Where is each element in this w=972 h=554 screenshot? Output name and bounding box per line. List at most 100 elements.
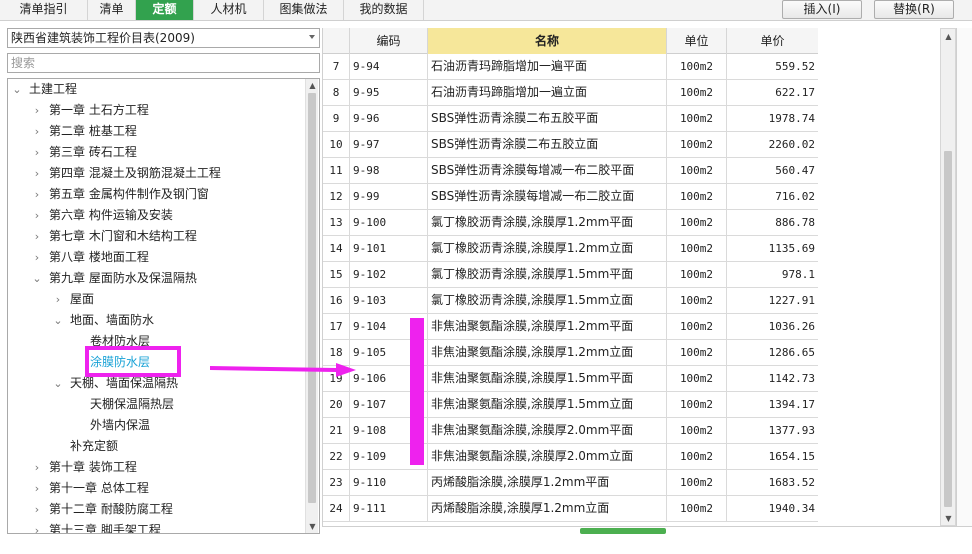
cell-price[interactable]: 1940.34 [727, 496, 818, 521]
cell-code[interactable]: 9-98 [350, 158, 428, 183]
cell-code[interactable]: 9-102 [350, 262, 428, 287]
cell-name[interactable]: SBS弹性沥青涂膜每增减一布二胶平面 [428, 158, 667, 183]
tab-bill[interactable]: 清单 [88, 0, 136, 20]
cell-unit[interactable]: 100m2 [667, 132, 727, 157]
tab-atlas-methods[interactable]: 图集做法 [264, 0, 344, 20]
cell-unit[interactable]: 100m2 [667, 80, 727, 105]
tree-item[interactable]: › 第四章 混凝土及钢筋混凝土工程 [31, 163, 221, 184]
panel-expander-handle[interactable] [580, 528, 666, 534]
table-row[interactable]: 12 9-99 SBS弹性沥青涂膜每增减一布二胶立面 100m2 716.02 [323, 184, 818, 210]
cell-code[interactable]: 9-95 [350, 80, 428, 105]
cell-price[interactable]: 1654.15 [727, 444, 818, 469]
tree-item[interactable]: 涂膜防水层 [72, 352, 150, 373]
cell-unit[interactable]: 100m2 [667, 106, 727, 131]
tab-bill-guide[interactable]: 清单指引 [0, 0, 88, 20]
table-row[interactable]: 24 9-111 丙烯酸脂涂膜,涂膜厚1.2mm立面 100m2 1940.34 [323, 496, 818, 522]
cell-num[interactable]: 17 [323, 314, 350, 339]
cell-num[interactable]: 23 [323, 470, 350, 495]
cell-price[interactable]: 886.78 [727, 210, 818, 235]
cell-code[interactable]: 9-110 [350, 470, 428, 495]
replace-button[interactable]: 替换(R) [874, 0, 954, 19]
tab-my-data[interactable]: 我的数据 [344, 0, 424, 20]
cell-code[interactable]: 9-104 [350, 314, 428, 339]
tree-item[interactable]: › 第十章 装饰工程 [31, 457, 137, 478]
cell-unit[interactable]: 100m2 [667, 184, 727, 209]
cell-num[interactable]: 8 [323, 80, 350, 105]
cell-code[interactable]: 9-99 [350, 184, 428, 209]
cell-unit[interactable]: 100m2 [667, 314, 727, 339]
cell-code[interactable]: 9-103 [350, 288, 428, 313]
cell-code[interactable]: 9-111 [350, 496, 428, 521]
chevron-right-icon[interactable]: › [52, 289, 64, 310]
chevron-right-icon[interactable]: › [31, 121, 43, 142]
cell-price[interactable]: 622.17 [727, 80, 818, 105]
table-row[interactable]: 17 9-104 非焦油聚氨酯涂膜,涂膜厚1.2mm平面 100m2 1036.26 [323, 314, 818, 340]
tree-item[interactable]: 天棚保温隔热层 [72, 394, 174, 415]
cell-price[interactable]: 2260.02 [727, 132, 818, 157]
cell-price[interactable]: 560.47 [727, 158, 818, 183]
cell-unit[interactable]: 100m2 [667, 418, 727, 443]
table-row[interactable]: 22 9-109 非焦油聚氨酯涂膜,涂膜厚2.0mm立面 100m2 1654.15 [323, 444, 818, 470]
cell-price[interactable]: 1135.69 [727, 236, 818, 261]
cell-num[interactable]: 24 [323, 496, 350, 521]
cell-num[interactable]: 18 [323, 340, 350, 365]
cell-name[interactable]: 非焦油聚氨酯涂膜,涂膜厚1.5mm立面 [428, 392, 667, 417]
tab-materials[interactable]: 人材机 [194, 0, 264, 20]
cell-num[interactable]: 19 [323, 366, 350, 391]
tree-item[interactable]: › 屋面 [52, 289, 94, 310]
tree-scrollbar[interactable]: ▲ ▼ [305, 79, 318, 533]
cell-num[interactable]: 14 [323, 236, 350, 261]
table-row[interactable]: 14 9-101 氯丁橡胶沥青涂膜,涂膜厚1.2mm立面 100m2 1135.69 [323, 236, 818, 262]
scroll-up-icon[interactable]: ▲ [942, 30, 955, 43]
table-row[interactable]: 16 9-103 氯丁橡胶沥青涂膜,涂膜厚1.5mm立面 100m2 1227.91 [323, 288, 818, 314]
cell-price[interactable]: 978.1 [727, 262, 818, 287]
cell-num[interactable]: 13 [323, 210, 350, 235]
chevron-right-icon[interactable]: › [31, 142, 43, 163]
col-header-code[interactable]: 编码 [350, 28, 428, 54]
cell-name[interactable]: 石油沥青玛蹄脂增加一遍立面 [428, 80, 667, 105]
cell-unit[interactable]: 100m2 [667, 340, 727, 365]
scroll-down-icon[interactable]: ▼ [942, 512, 955, 525]
tree-item[interactable]: › 第六章 构件运输及安装 [31, 205, 173, 226]
cell-unit[interactable]: 100m2 [667, 444, 727, 469]
cell-name[interactable]: 氯丁橡胶沥青涂膜,涂膜厚1.5mm平面 [428, 262, 667, 287]
cell-unit[interactable]: 100m2 [667, 158, 727, 183]
tree-item[interactable]: › 第十二章 耐酸防腐工程 [31, 499, 173, 520]
cell-name[interactable]: 氯丁橡胶沥青涂膜,涂膜厚1.2mm立面 [428, 236, 667, 261]
chevron-right-icon[interactable]: › [31, 478, 43, 499]
cell-name[interactable]: 非焦油聚氨酯涂膜,涂膜厚2.0mm立面 [428, 444, 667, 469]
cell-unit[interactable]: 100m2 [667, 262, 727, 287]
chevron-right-icon[interactable]: › [31, 226, 43, 247]
cell-name[interactable]: 非焦油聚氨酯涂膜,涂膜厚1.2mm立面 [428, 340, 667, 365]
cell-num[interactable]: 16 [323, 288, 350, 313]
cell-unit[interactable]: 100m2 [667, 366, 727, 391]
cell-num[interactable]: 11 [323, 158, 350, 183]
cell-unit[interactable]: 100m2 [667, 496, 727, 521]
cell-price[interactable]: 1394.17 [727, 392, 818, 417]
tree-item[interactable]: › 第八章 楼地面工程 [31, 247, 149, 268]
cell-code[interactable]: 9-105 [350, 340, 428, 365]
tree-item[interactable]: 外墙内保温 [72, 415, 150, 436]
cell-unit[interactable]: 100m2 [667, 470, 727, 495]
cell-unit[interactable]: 100m2 [667, 210, 727, 235]
table-row[interactable]: 7 9-94 石油沥青玛蹄脂增加一遍平面 100m2 559.52 [323, 54, 818, 80]
cell-price[interactable]: 1683.52 [727, 470, 818, 495]
table-row[interactable]: 15 9-102 氯丁橡胶沥青涂膜,涂膜厚1.5mm平面 100m2 978.1 [323, 262, 818, 288]
chevron-right-icon[interactable]: › [31, 205, 43, 226]
chevron-right-icon[interactable]: › [31, 247, 43, 268]
cell-unit[interactable]: 100m2 [667, 392, 727, 417]
chevron-right-icon[interactable]: › [31, 520, 43, 533]
cell-code[interactable]: 9-107 [350, 392, 428, 417]
tree-item[interactable]: › 第十三章 脚手架工程 [31, 520, 161, 533]
cell-name[interactable]: 氯丁橡胶沥青涂膜,涂膜厚1.5mm立面 [428, 288, 667, 313]
table-row[interactable]: 19 9-106 非焦油聚氨酯涂膜,涂膜厚1.5mm平面 100m2 1142.73 [323, 366, 818, 392]
cell-name[interactable]: SBS弹性沥青涂膜每增减一布二胶立面 [428, 184, 667, 209]
tree-item[interactable]: ⌄ 土建工程 [11, 79, 77, 100]
cell-name[interactable]: 非焦油聚氨酯涂膜,涂膜厚1.2mm平面 [428, 314, 667, 339]
chevron-right-icon[interactable]: › [31, 499, 43, 520]
table-row[interactable]: 23 9-110 丙烯酸脂涂膜,涂膜厚1.2mm平面 100m2 1683.52 [323, 470, 818, 496]
table-row[interactable]: 21 9-108 非焦油聚氨酯涂膜,涂膜厚2.0mm平面 100m2 1377.93 [323, 418, 818, 444]
cell-name[interactable]: 丙烯酸脂涂膜,涂膜厚1.2mm平面 [428, 470, 667, 495]
price-list-dropdown[interactable]: 陕西省建筑装饰工程价目表(2009) [7, 28, 320, 48]
tab-quota[interactable]: 定额 [136, 0, 194, 20]
